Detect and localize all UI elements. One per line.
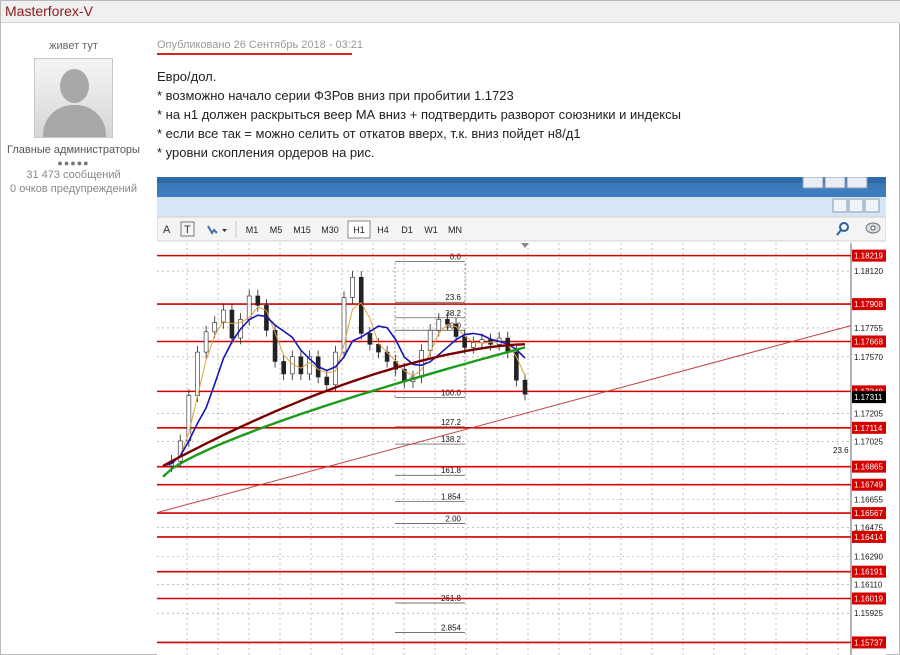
level-price-label: 1.16191 [854, 568, 883, 577]
chart-toolbar [157, 216, 886, 242]
candle-body [427, 329, 433, 351]
candle-body [289, 356, 295, 375]
fib-label: 161.8 [441, 466, 462, 475]
post-line: * на н1 должен раскрыться веер МА вниз +… [157, 107, 681, 122]
chart-screenshot: A T M1 M5 M15 M30 H1 H4 D1 W1 MN 0.0 23.6 38.2 50.0… [157, 177, 886, 655]
candle-body [522, 379, 528, 395]
price-axis-tick: 1.16110 [854, 580, 883, 589]
side-fib-label: 23.6 [833, 446, 849, 455]
timeframe-label: M30 [321, 225, 339, 235]
candle-body [298, 356, 304, 375]
inner-restore-icon[interactable] [848, 198, 864, 213]
trading-chart: A T M1 M5 M15 M30 H1 H4 D1 W1 MN 0.023.638.250.0… [157, 177, 886, 655]
timeframe-label: D1 [401, 225, 413, 235]
window-controls [802, 177, 868, 189]
fib-label: 38.2 [445, 309, 461, 318]
post-count: 31 473 сообщений [26, 169, 121, 181]
timeframe-label: H4 [377, 225, 389, 235]
post-line: * если все так = можно селить от откатов… [157, 126, 581, 141]
candle-body [367, 333, 373, 345]
timeframe-label: M5 [270, 225, 283, 235]
zoom-icon[interactable] [865, 222, 881, 234]
candle-body [221, 309, 226, 323]
level-price-label: 1.16019 [854, 594, 883, 603]
post-header-bar: Masterforex-V [1, 1, 900, 23]
inner-minimize-icon[interactable] [832, 198, 848, 213]
fib-label: 138.2 [441, 435, 462, 444]
level-price-label: 1.16749 [854, 481, 883, 490]
post-line: * возможно начало серии ФЗРов вниз при п… [157, 88, 514, 103]
author-status: живет тут [49, 40, 98, 52]
level-price-label: 1.16865 [854, 463, 883, 472]
fib-label: 2.854 [441, 624, 462, 633]
fib-label: 2.00 [445, 515, 461, 524]
text-tool-t[interactable]: T [184, 224, 191, 236]
level-price-label: 1.18219 [854, 252, 883, 261]
fib-label: 127.2 [441, 418, 462, 427]
rank-dots: ●●●●● [57, 158, 90, 168]
restore-icon[interactable] [824, 177, 846, 189]
candle-body [255, 295, 261, 306]
default-user-avatar-icon[interactable] [34, 58, 113, 138]
post-line: Евро/дол. [157, 69, 217, 84]
fib-label: 23.6 [445, 293, 461, 302]
fib-label: 0.0 [450, 253, 462, 262]
candle-body [281, 361, 286, 375]
author-name[interactable]: Masterforex-V [5, 3, 93, 19]
timeframe-label: M15 [293, 225, 311, 235]
author-role: Главные администраторы [7, 144, 140, 156]
candle-body [419, 350, 424, 378]
candle-body [470, 342, 476, 348]
price-axis-tick: 1.15925 [854, 609, 883, 618]
level-price-label: 1.15737 [854, 638, 883, 647]
inner-close-icon[interactable] [864, 198, 880, 213]
level-price-label: 1.16567 [854, 509, 883, 518]
post-line: * уровни скопления ордеров на рис. [157, 145, 375, 160]
candle-body [212, 322, 218, 333]
post-content: Опубликовано 26 Сентябрь 2018 - 03:21 Ев… [157, 39, 887, 162]
price-axis-tick: 1.17205 [854, 410, 883, 419]
post-body: Евро/дол. * возможно начало серии ФЗРов … [157, 67, 887, 162]
timeframe-label: H1 [353, 225, 365, 235]
level-price-label: 1.17668 [854, 337, 883, 346]
candle-body [462, 336, 467, 348]
price-axis-tick: 1.17755 [854, 324, 883, 333]
candle-body [229, 309, 235, 339]
current-price-label: 1.17311 [854, 393, 883, 402]
price-axis-tick: 1.16655 [854, 495, 883, 504]
candle-body [350, 276, 355, 298]
level-price-label: 1.17114 [854, 424, 883, 433]
price-axis-tick: 1.17570 [854, 353, 883, 362]
candle-body [445, 319, 450, 325]
fib-label: 1.854 [441, 493, 462, 502]
level-price-label: 1.16414 [854, 533, 883, 542]
minimize-icon[interactable] [802, 177, 824, 189]
fib-label: 100.0 [441, 388, 462, 397]
level-price-label: 1.17908 [854, 300, 883, 309]
price-axis-tick: 1.18120 [854, 267, 883, 276]
candle-body [324, 376, 330, 386]
candle-body [436, 319, 442, 331]
post-date[interactable]: Опубликовано 26 Сентябрь 2018 - 03:21 [157, 39, 363, 55]
timeframe-label: W1 [424, 225, 438, 235]
timeframe-label: M1 [246, 225, 259, 235]
warning-points: 0 очков предупреждений [10, 183, 137, 195]
timeframe-label: MN [448, 225, 462, 235]
inner-window-controls [832, 198, 880, 213]
author-sidebar: живет тут Главные администраторы ●●●●● 3… [1, 31, 146, 196]
close-icon[interactable] [846, 177, 868, 189]
text-tool-a[interactable]: A [163, 224, 171, 236]
candle-body [203, 331, 209, 353]
price-axis-tick: 1.16290 [854, 552, 883, 561]
price-axis-tick: 1.17025 [854, 438, 883, 447]
candle-body [479, 339, 485, 344]
